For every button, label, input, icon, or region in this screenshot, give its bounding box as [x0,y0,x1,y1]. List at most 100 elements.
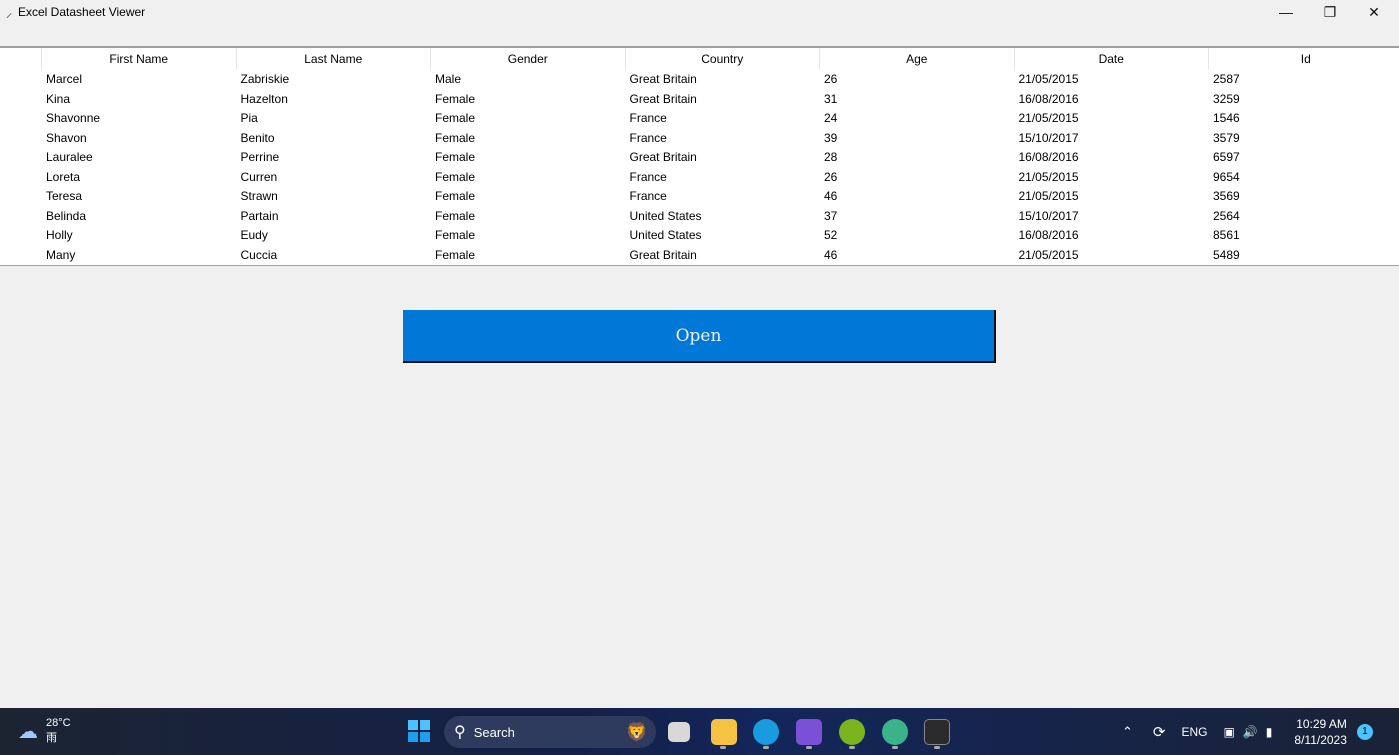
table-cell: France [625,168,820,188]
data-table[interactable]: First NameLast NameGenderCountryAgeDateI… [0,46,1399,266]
atom-app-icon[interactable] [882,719,908,745]
table-cell: 21/05/2015 [1014,70,1209,90]
column-header[interactable]: Id [1208,48,1399,70]
table-cell: Great Britain [625,246,820,266]
table-cell: Pia [236,109,431,129]
terminal-icon[interactable] [924,719,950,745]
visual-studio-icon[interactable] [796,719,822,745]
table-cell: Benito [236,129,431,149]
clock[interactable]: 10:29 AM 8/11/2023 [1294,716,1347,748]
restore-button[interactable]: ❐ [1308,0,1352,24]
table-cell: France [625,129,820,149]
table-cell: Female [430,207,625,227]
table-cell: Great Britain [625,90,820,110]
column-header[interactable]: Last Name [236,48,431,70]
system-tray: ⌃ ⟳ ENG ▣ 🔊 ▮ 10:29 AM 8/11/2023 1 [1122,708,1373,755]
taskbar: ☁ 28°C 雨 ⚲ Search 🦁 ⌃ ⟳ ENG ▣ 🔊 ▮ 10:29 … [0,708,1399,755]
clock-date: 8/11/2023 [1294,732,1347,748]
table-cell: Kina [41,90,236,110]
table-cell: Female [430,226,625,246]
table-cell: Female [430,168,625,188]
table-cell: Marcel [41,70,236,90]
table-row[interactable]: HollyEudyFemaleUnited States5216/08/2016… [41,226,1399,246]
table-cell: Female [430,90,625,110]
close-button[interactable]: ✕ [1352,0,1396,24]
weather-desc: 雨 [46,731,71,746]
table-row[interactable]: ShavonBenitoFemaleFrance3915/10/20173579 [41,129,1399,149]
table-cell: 16/08/2016 [1014,148,1209,168]
lion-icon: 🦁 [626,722,648,743]
table-cell: 15/10/2017 [1014,129,1209,149]
table-cell: 24 [819,109,1014,129]
table-cell: 8561 [1208,226,1399,246]
table-cell: 46 [819,246,1014,266]
search-label: Search [474,725,515,740]
table-cell: 26 [819,70,1014,90]
table-cell: United States [625,226,820,246]
column-header[interactable]: Age [819,48,1014,70]
table-cell: Holly [41,226,236,246]
table-cell: 2587 [1208,70,1399,90]
table-row[interactable]: ManyCucciaFemaleGreat Britain4621/05/201… [41,246,1399,266]
table-cell: Teresa [41,187,236,207]
clock-time: 10:29 AM [1294,716,1347,732]
table-cell: Great Britain [625,70,820,90]
table-cell: Female [430,109,625,129]
title-bar: ⸝ Excel Datasheet Viewer — ❐ ✕ [0,0,1399,24]
table-cell: Belinda [41,207,236,227]
table-cell: Female [430,246,625,266]
search-icon: ⚲ [454,722,466,742]
table-cell: Male [430,70,625,90]
column-header[interactable]: Country [625,48,820,70]
sync-icon[interactable]: ⟳ [1153,723,1166,741]
table-cell: 2564 [1208,207,1399,227]
table-row[interactable]: TeresaStrawnFemaleFrance4621/05/20153569 [41,187,1399,207]
table-cell: 21/05/2015 [1014,246,1209,266]
weather-widget[interactable]: ☁ 28°C 雨 [18,716,71,746]
chevron-up-icon[interactable]: ⌃ [1122,724,1133,740]
cloud-app-icon[interactable] [839,719,865,745]
rain-cloud-icon: ☁ [18,719,38,744]
table-cell: Hazelton [236,90,431,110]
table-cell: Many [41,246,236,266]
file-explorer-icon[interactable] [711,719,737,745]
start-icon[interactable] [408,720,430,742]
table-row[interactable]: BelindaPartainFemaleUnited States3715/10… [41,207,1399,227]
table-cell: Shavon [41,129,236,149]
volume-icon[interactable]: 🔊 [1243,725,1258,739]
table-cell: 5489 [1208,246,1399,266]
table-cell: 46 [819,187,1014,207]
column-header[interactable]: Gender [430,48,625,70]
table-row[interactable]: MarcelZabriskieMaleGreat Britain2621/05/… [41,70,1399,90]
table-cell: Female [430,187,625,207]
language-indicator[interactable]: ENG [1181,725,1207,739]
table-cell: 6597 [1208,148,1399,168]
table-cell: 26 [819,168,1014,188]
table-cell: 9654 [1208,168,1399,188]
search-box[interactable]: ⚲ Search 🦁 [444,716,656,748]
network-icon[interactable]: ▣ [1224,725,1235,739]
edge-icon[interactable] [753,719,779,745]
table-cell: Female [430,148,625,168]
column-header[interactable]: Date [1014,48,1209,70]
table-cell: 31 [819,90,1014,110]
open-button[interactable]: Open [403,310,996,363]
table-cell: Eudy [236,226,431,246]
table-row[interactable]: KinaHazeltonFemaleGreat Britain3116/08/2… [41,90,1399,110]
table-cell: 16/08/2016 [1014,90,1209,110]
table-row[interactable]: ShavonnePiaFemaleFrance2421/05/20151546 [41,109,1399,129]
table-cell: 16/08/2016 [1014,226,1209,246]
table-row[interactable]: LoretaCurrenFemaleFrance2621/05/20159654 [41,168,1399,188]
table-cell: Zabriskie [236,70,431,90]
minimize-button[interactable]: — [1264,0,1308,24]
table-cell: 52 [819,226,1014,246]
battery-icon[interactable]: ▮ [1266,725,1273,739]
notification-badge[interactable]: 1 [1357,724,1373,740]
table-cell: Cuccia [236,246,431,266]
task-view-icon[interactable] [668,722,690,742]
column-header[interactable]: First Name [41,48,236,70]
table-cell: Shavonne [41,109,236,129]
table-row[interactable]: LauraleePerrineFemaleGreat Britain2816/0… [41,148,1399,168]
table-cell: Perrine [236,148,431,168]
table-cell: Curren [236,168,431,188]
